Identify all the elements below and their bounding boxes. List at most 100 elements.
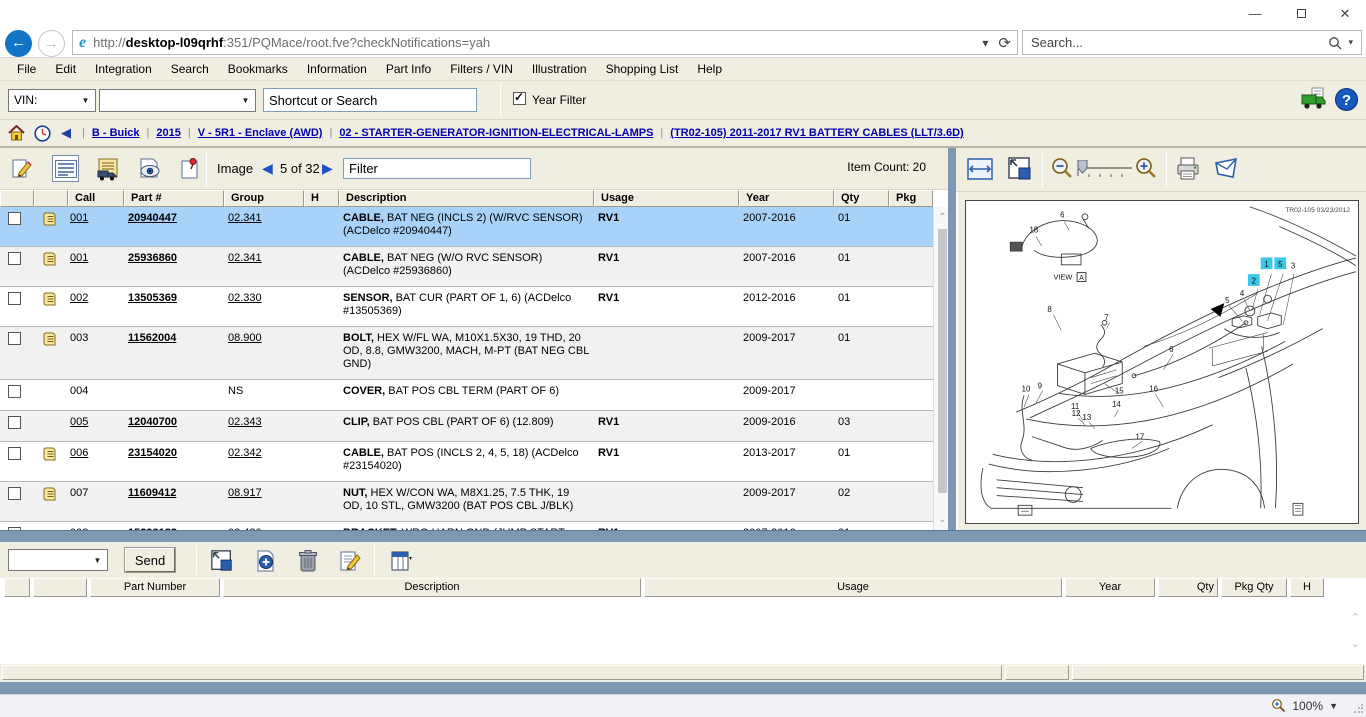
cell-group[interactable]: 02.330 [224,292,304,318]
bottom-column-Qty[interactable]: Qty [1158,578,1218,597]
breadcrumb-link[interactable]: B - Buick [92,127,140,139]
fit-width-button[interactable] [966,155,993,182]
maximize-button[interactable] [1286,4,1316,24]
vin-value-dropdown[interactable]: ▼ [99,89,256,112]
document-link[interactable] [34,212,68,238]
previous-image-icon[interactable]: ◀ [262,160,273,177]
back-button[interactable]: ← [5,30,32,57]
fit-page-button[interactable] [1006,155,1033,182]
bottom-column-Description[interactable]: Description [223,578,641,597]
group-link[interactable]: 02.330 [228,292,262,304]
edit-notes-button[interactable] [8,155,35,182]
restore-list-button[interactable] [208,547,235,574]
breadcrumb-link[interactable]: 02 - STARTER-GENERATOR-IGNITION-ELECTRIC… [339,127,653,139]
cell-call[interactable]: 006 [68,447,124,473]
shortcut-search-input[interactable] [263,88,477,112]
row-checkbox[interactable] [0,385,34,402]
breadcrumb-back-icon[interactable]: ◀ [61,125,71,141]
resize-grip[interactable] [1353,704,1363,714]
column-header-H[interactable]: H [304,190,339,207]
column-header-Year[interactable]: Year [739,190,834,207]
bottom-column-Year[interactable]: Year [1065,578,1155,597]
zoom-in-button[interactable] [1132,155,1159,182]
cell-call[interactable]: 002 [68,292,124,318]
part-number-link[interactable]: 25936860 [128,252,177,264]
row-checkbox[interactable] [0,332,34,371]
help-button[interactable]: ? [1334,87,1359,117]
group-link[interactable]: 08.900 [228,332,262,344]
forward-button[interactable]: → [38,30,65,57]
table-row[interactable]: 0012593686002.341CABLE, BAT NEG (W/O RVC… [0,247,933,287]
vertical-splitter[interactable] [948,148,956,530]
row-checkbox[interactable] [0,252,34,278]
scroll-up-icon[interactable]: ⌃ [1351,611,1360,624]
table-row[interactable]: 0051204070002.343CLIP, BAT POS CBL (PART… [0,411,933,442]
search-dropdown-icon[interactable]: ▾ [1348,37,1353,48]
cell-part[interactable]: 12040700 [124,416,224,433]
part-number-link[interactable]: 23154020 [128,447,177,459]
menu-item-filters-vin[interactable]: Filters / VIN [441,59,523,79]
order-truck-button[interactable] [1300,87,1328,118]
cell-call[interactable]: 001 [68,252,124,278]
bottom-column-blank[interactable] [4,578,30,597]
menu-item-bookmarks[interactable]: Bookmarks [219,59,298,79]
breadcrumb-link[interactable]: V - 5R1 - Enclave (AWD) [198,127,323,139]
add-item-button[interactable] [252,547,279,574]
edit-item-button[interactable] [336,547,363,574]
table-row[interactable]: 0081529818302.480BRACKET, WRG HARN GND (… [0,522,933,530]
refresh-icon[interactable]: ⟳ [998,34,1011,52]
send-button[interactable]: Send [125,548,175,572]
document-icon[interactable] [43,337,56,349]
document-icon[interactable] [43,492,56,504]
table-row[interactable]: 004NSCOVER, BAT POS CBL TERM (PART OF 6)… [0,380,933,411]
list-view-button[interactable] [52,155,79,182]
menu-item-shopping-list[interactable]: Shopping List [597,59,689,79]
column-header-blank[interactable] [34,190,68,207]
column-header-Call[interactable]: Call [68,190,124,207]
url-field[interactable]: e http://desktop-l09qrhf:351/PQMace/root… [72,30,1018,55]
table-row[interactable]: 0012094044702.341CABLE, BAT NEG (INCLS 2… [0,207,933,247]
illustration-image[interactable]: VIEW A TR02-105 03/23/2012 6181532458769… [965,200,1359,524]
cell-group[interactable]: 08.917 [224,487,304,513]
preview-button[interactable] [136,155,163,182]
close-button[interactable]: ✕ [1330,4,1360,24]
document-icon[interactable] [43,217,56,229]
next-image-icon[interactable]: ▶ [322,160,333,177]
cell-part[interactable]: 13505369 [124,292,224,318]
document-link[interactable] [34,447,68,473]
column-header-Group[interactable]: Group [224,190,304,207]
call-number[interactable]: 002 [70,292,88,304]
document-icon[interactable] [43,452,56,464]
filter-input[interactable] [343,158,531,179]
list-selector-dropdown[interactable]: ▼ [8,549,108,571]
table-row[interactable]: 0071160941208.917NUT, HEX W/CON WA, M8X1… [0,482,933,522]
table-row[interactable]: 0021350536902.330SENSOR, BAT CUR (PART O… [0,287,933,327]
year-filter-checkbox[interactable] [513,92,526,110]
row-checkbox[interactable] [0,292,34,318]
zoom-out-button[interactable] [1048,155,1075,182]
document-icon[interactable] [43,257,56,269]
scrollbar-thumb[interactable] [938,229,947,493]
email-button[interactable] [1212,155,1239,182]
document-link[interactable] [34,487,68,513]
cell-part[interactable]: 23154020 [124,447,224,473]
column-header-Pkg[interactable]: Pkg [889,190,933,207]
bottom-column-Part Number[interactable]: Part Number [90,578,220,597]
document-link[interactable] [34,332,68,371]
menu-item-edit[interactable]: Edit [46,59,86,79]
cell-group[interactable]: 02.342 [224,447,304,473]
document-icon[interactable] [43,297,56,309]
call-number[interactable]: 005 [70,416,88,428]
document-link[interactable] [34,252,68,278]
cell-part[interactable]: 20940447 [124,212,224,238]
history-clock-icon[interactable] [34,125,51,142]
part-number-link[interactable]: 20940447 [128,212,177,224]
column-header-Qty[interactable]: Qty [834,190,889,207]
part-number-link[interactable]: 11562004 [128,332,176,344]
column-header-Description[interactable]: Description [339,190,594,207]
cell-group[interactable]: 02.341 [224,252,304,278]
menu-item-search[interactable]: Search [162,59,219,79]
cell-group[interactable]: 02.343 [224,416,304,433]
bottom-column-Usage[interactable]: Usage [644,578,1062,597]
print-button[interactable] [1174,155,1201,182]
